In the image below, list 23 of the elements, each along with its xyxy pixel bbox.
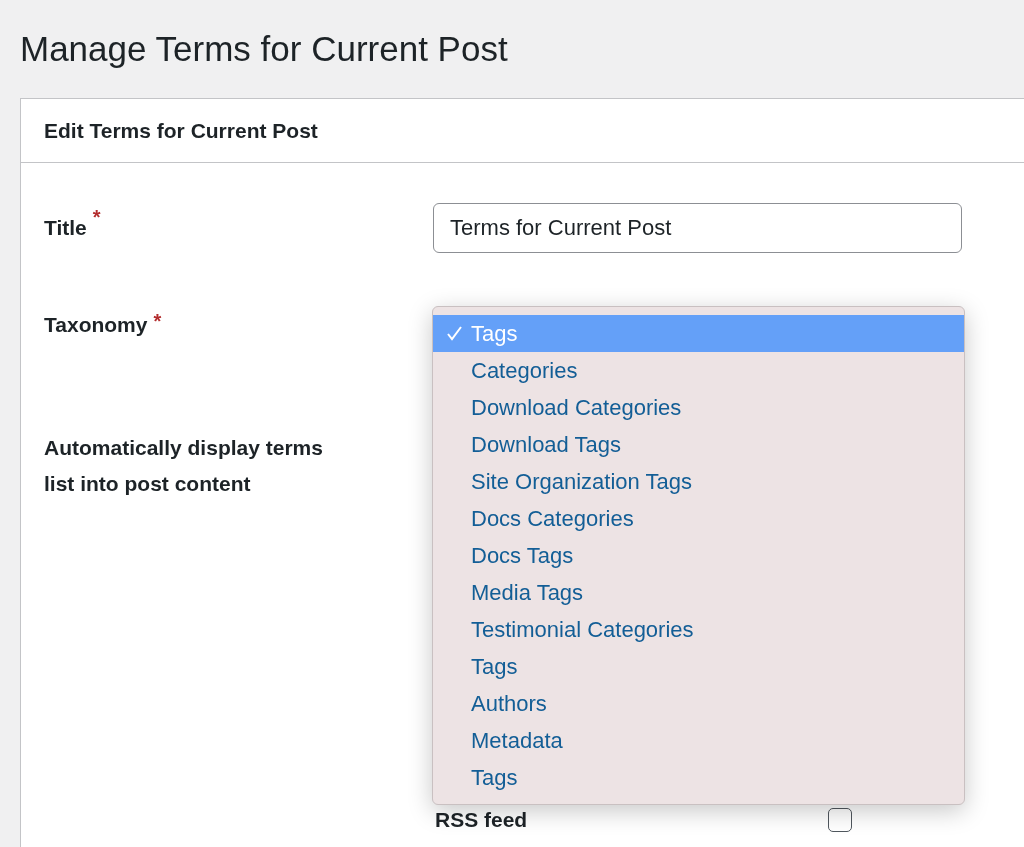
dropdown-option[interactable]: Media Tags bbox=[433, 574, 964, 611]
dropdown-option[interactable]: Download Tags bbox=[433, 426, 964, 463]
field-label: Title bbox=[44, 215, 87, 241]
dropdown-option[interactable]: Site Organization Tags bbox=[433, 463, 964, 500]
dropdown-option[interactable]: Testimonial Categories bbox=[433, 611, 964, 648]
dropdown-option[interactable]: Docs Tags bbox=[433, 537, 964, 574]
dropdown-option[interactable]: Download Categories bbox=[433, 389, 964, 426]
title-field[interactable]: Terms for Current Post bbox=[433, 203, 962, 253]
checkbox[interactable] bbox=[828, 808, 852, 832]
required-mark: * bbox=[92, 205, 101, 230]
dropdown-option[interactable]: Tags bbox=[433, 759, 964, 796]
dropdown-option[interactable]: Tags bbox=[433, 648, 964, 685]
dropdown-option[interactable]: Metadata bbox=[433, 722, 964, 759]
field-label: Taxonomy bbox=[44, 312, 148, 338]
page-title: Manage Terms for Current Post bbox=[20, 28, 509, 70]
dropdown-option[interactable]: Docs Categories bbox=[433, 500, 964, 537]
field-label: Automatically display terms list into post content bbox=[44, 435, 324, 497]
required-mark: * bbox=[153, 309, 162, 334]
option-label: RSS feed bbox=[435, 808, 529, 832]
checkmark-icon bbox=[446, 325, 463, 342]
card-title: Edit Terms for Current Post bbox=[44, 118, 318, 143]
dropdown-option[interactable]: Categories bbox=[433, 352, 964, 389]
dropdown-option[interactable]: Authors bbox=[433, 685, 964, 722]
